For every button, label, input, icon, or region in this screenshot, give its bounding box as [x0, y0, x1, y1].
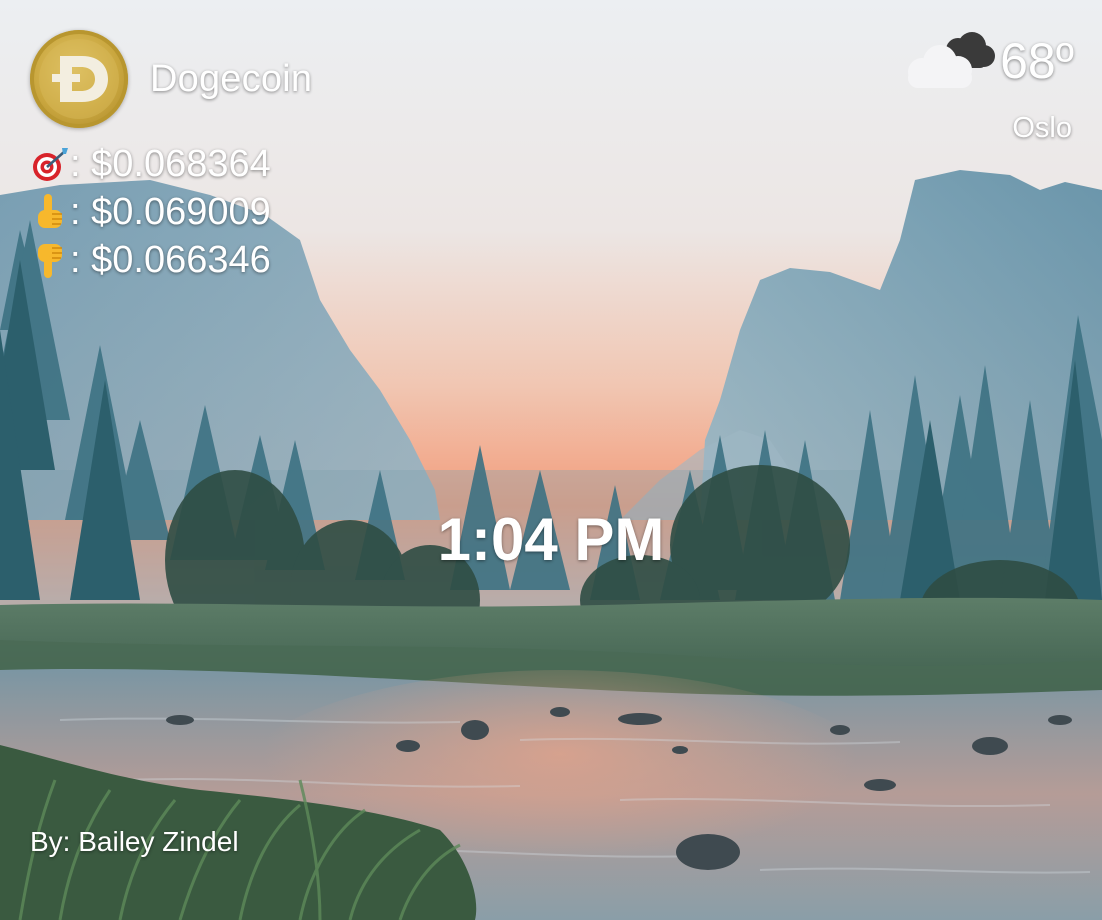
- weather-summary: 68º: [900, 30, 1074, 92]
- dogecoin-logo-icon: [30, 30, 128, 128]
- price-list: : $0.068364 : $0.069009 : $0.066346: [30, 140, 271, 284]
- price-row-current: : $0.068364: [30, 140, 271, 188]
- clock-time: 1:04 PM: [437, 506, 665, 573]
- coin-name: Dogecoin: [150, 57, 313, 100]
- price-row-high: : $0.069009: [30, 188, 271, 236]
- price-low-value: : $0.066346: [70, 238, 271, 281]
- temperature: 68º: [1000, 33, 1074, 89]
- pointing-down-hand-icon: [30, 240, 70, 280]
- weather-city: Oslo: [1012, 112, 1072, 144]
- price-high-value: : $0.069009: [70, 190, 271, 233]
- direct-hit-dart-icon: [30, 144, 70, 184]
- price-row-low: : $0.066346: [30, 236, 271, 284]
- weather-widget: 68º Oslo: [900, 30, 1074, 145]
- coin-header: Dogecoin: [30, 30, 312, 128]
- pointing-up-hand-icon: [30, 192, 70, 232]
- partly-cloudy-icon: [900, 28, 998, 95]
- author-credit: By: Bailey Zindel: [30, 826, 239, 857]
- price-current-value: : $0.068364: [70, 142, 271, 185]
